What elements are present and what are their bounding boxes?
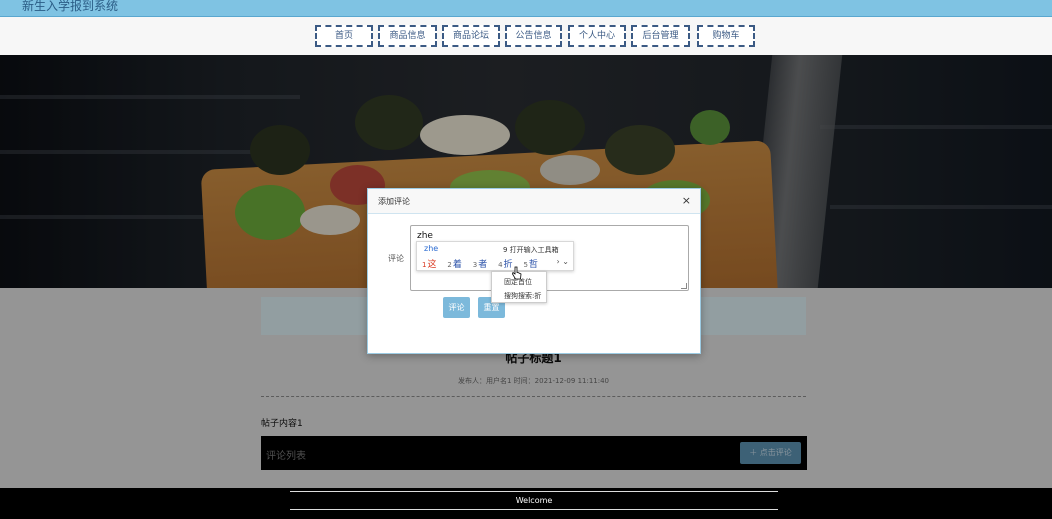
ime-pinyin: zhe (424, 244, 439, 253)
chevron-right-icon[interactable]: › ⌄ (557, 257, 569, 266)
add-comment-label: 点击评论 (759, 448, 792, 457)
app-title: 新生入学报到系统 (22, 0, 119, 13)
ime-candidate-panel: zhe 9 打开输入工具箱 1这 2着 3者 4折 5哲 › ⌄ (416, 241, 574, 271)
comment-list-bar: 评论列表 ＋ 点击评论 (261, 436, 807, 470)
footer-divider-top (290, 491, 778, 492)
footer-divider-bottom (290, 509, 778, 510)
ime-toolbox-hint[interactable]: 9 打开输入工具箱 (503, 245, 559, 255)
dialog-header: 添加评论 × (368, 189, 700, 214)
submit-comment-button[interactable]: 评论 (443, 297, 470, 318)
ime-candidate[interactable]: 1这 (422, 257, 436, 270)
top-bar: 新生入学报到系统 (0, 0, 1052, 17)
post-meta: 发布人：用户名1 时间：2021-12-09 11:11:40 (457, 377, 610, 385)
comment-textarea-value: zhe (417, 231, 433, 241)
close-icon[interactable]: × (682, 194, 691, 207)
menu-item-sogou-search[interactable]: 搜狗搜索:折 (504, 291, 541, 301)
dialog-title: 添加评论 (378, 197, 410, 206)
nav-item-home[interactable]: 首页 (315, 25, 373, 47)
hand-cursor-icon (512, 266, 522, 280)
main-nav: 首页 商品信息 商品论坛 公告信息 个人中心 后台管理 购物车 (0, 17, 1052, 55)
nav-item-products[interactable]: 商品信息 (378, 25, 437, 47)
footer: Welcome (0, 488, 1052, 519)
nav-item-notices[interactable]: 公告信息 (505, 25, 562, 47)
ime-candidate[interactable]: 3者 (473, 257, 487, 270)
ime-candidate[interactable]: 4折 (498, 257, 512, 270)
comment-field-label: 评论 (388, 254, 404, 263)
nav-item-admin[interactable]: 后台管理 (631, 25, 690, 47)
post-divider (261, 396, 806, 397)
nav-item-forum[interactable]: 商品论坛 (442, 25, 500, 47)
ime-candidate[interactable]: 5哲 (523, 257, 537, 270)
comment-list-title: 评论列表 (266, 451, 306, 462)
resize-handle-icon[interactable] (681, 283, 687, 289)
plus-icon: ＋ (749, 448, 758, 457)
add-comment-button[interactable]: ＋ 点击评论 (740, 442, 801, 464)
ime-candidate[interactable]: 2着 (447, 257, 461, 270)
post-content: 帖子内容1 (261, 419, 303, 429)
footer-welcome: Welcome (515, 496, 553, 505)
nav-item-profile[interactable]: 个人中心 (568, 25, 626, 47)
nav-item-cart[interactable]: 购物车 (697, 25, 755, 47)
